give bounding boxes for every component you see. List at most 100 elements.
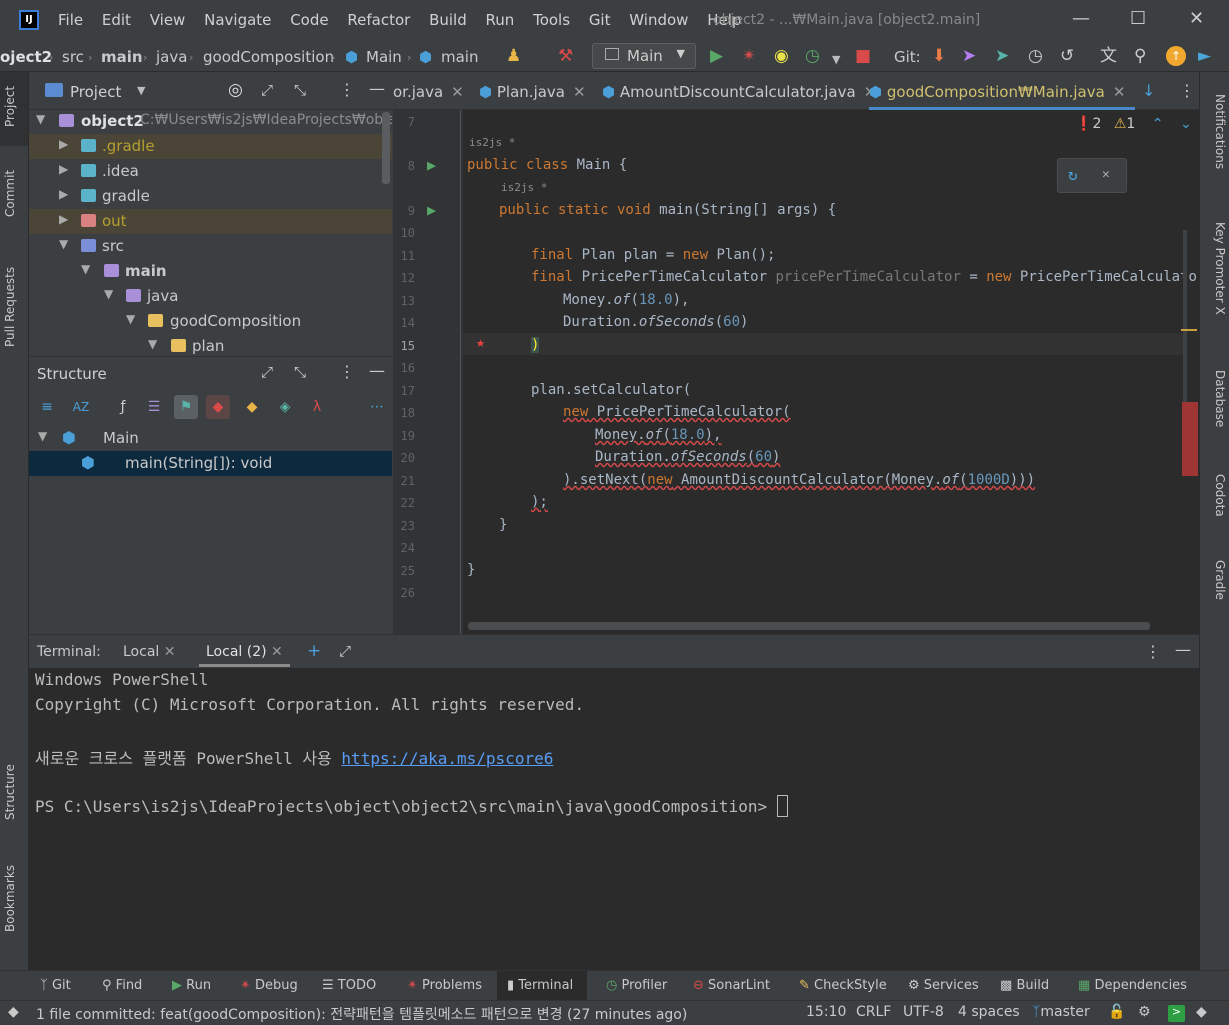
- tool-tab-pull-requests[interactable]: Pull Requests: [3, 267, 17, 347]
- gradle-reload-icon[interactable]: ↻: [1068, 165, 1078, 184]
- show-non-public-icon[interactable]: ◆: [206, 395, 230, 419]
- close-window-button[interactable]: ✕: [1189, 8, 1204, 29]
- show-properties-icon[interactable]: ◆: [240, 395, 264, 419]
- menu-run[interactable]: Run: [486, 11, 515, 29]
- breadcrumb-project[interactable]: oject2: [0, 48, 52, 66]
- menu-build[interactable]: Build: [429, 11, 467, 29]
- close-tab-icon[interactable]: ✕: [451, 83, 464, 101]
- run-icon[interactable]: ▶: [710, 46, 723, 66]
- tool-button-checkstyle[interactable]: ✎ CheckStyle: [799, 978, 887, 993]
- tool-tab-key-promoter[interactable]: Key Promoter X: [1213, 222, 1227, 315]
- plugin-icon[interactable]: ►: [1198, 46, 1211, 66]
- maximize-icon[interactable]: ⤢: [339, 642, 351, 660]
- lightbulb-icon[interactable]: ★: [476, 333, 485, 351]
- minimize-button[interactable]: —: [1072, 8, 1090, 29]
- tool-tab-database[interactable]: Database: [1213, 370, 1227, 427]
- tab-editor-file-1[interactable]: or.java ✕: [393, 72, 464, 110]
- tree-item-goodcomposition[interactable]: ▼ goodComposition: [29, 309, 392, 334]
- terminal-link[interactable]: https://aka.ms/pscore6: [341, 749, 553, 768]
- tree-item-gradle[interactable]: ▶ gradle: [29, 184, 392, 209]
- tool-button-find[interactable]: ⚲ Find: [102, 978, 142, 993]
- breadcrumb-main[interactable]: main: [101, 48, 143, 66]
- more-options-icon[interactable]: ⋮: [1145, 642, 1161, 661]
- rollback-icon[interactable]: ↺: [1060, 46, 1074, 66]
- stop-icon[interactable]: ■: [855, 46, 871, 66]
- run-configuration-select[interactable]: Main ▼: [592, 43, 696, 69]
- arrow-down-icon[interactable]: ↓: [1142, 81, 1155, 100]
- maximize-button[interactable]: ☐: [1130, 8, 1146, 29]
- show-lambdas-icon[interactable]: λ: [305, 395, 329, 419]
- more-options-icon[interactable]: ⋮: [339, 362, 355, 381]
- translate-icon[interactable]: 文: [1100, 46, 1117, 66]
- sort-alpha-icon[interactable]: AZ: [69, 395, 93, 419]
- tool-tab-codota[interactable]: Codota: [1213, 474, 1227, 517]
- tool-button-sonarlint[interactable]: ⊖ SonarLint: [693, 978, 770, 993]
- breadcrumb-package[interactable]: goodComposition: [203, 48, 334, 66]
- close-tab-icon[interactable]: ✕: [164, 644, 176, 660]
- breadcrumb-src[interactable]: src: [62, 48, 84, 66]
- breadcrumb-method[interactable]: main: [441, 48, 478, 66]
- more-options-icon[interactable]: ⋮: [1179, 81, 1195, 100]
- locate-file-icon[interactable]: ◎: [228, 80, 243, 100]
- tool-button-services[interactable]: ⚙ Services: [908, 978, 979, 993]
- close-tab-icon[interactable]: ✕: [271, 644, 283, 660]
- error-stripe-marker[interactable]: [1182, 402, 1198, 476]
- update-icon[interactable]: ↑: [1166, 46, 1186, 66]
- show-tags-icon[interactable]: ⚑: [174, 395, 198, 419]
- tab-plan-java[interactable]: ⬢ Plan.java ✕: [479, 72, 586, 110]
- tool-button-todo[interactable]: ☰ TODO: [322, 978, 376, 993]
- tool-button-debug[interactable]: ✴ Debug: [240, 978, 298, 993]
- caret-position[interactable]: 15:10: [806, 1004, 846, 1020]
- git-push-icon[interactable]: ➤: [995, 46, 1009, 66]
- structure-item-class[interactable]: ▼ ⬢ Main: [29, 426, 392, 451]
- codota-icon[interactable]: >: [1168, 1005, 1185, 1022]
- line-separator[interactable]: CRLF: [856, 1004, 891, 1020]
- settings-icon[interactable]: ⚙: [1138, 1004, 1151, 1020]
- chevron-down-icon[interactable]: ▼: [832, 50, 840, 70]
- status-panel-icon[interactable]: ◆: [8, 1004, 19, 1020]
- tree-item-main[interactable]: ▼ main: [29, 259, 392, 284]
- status-message[interactable]: 1 file committed: feat(goodComposition):…: [36, 1004, 687, 1024]
- hammer-icon[interactable]: ⚒: [558, 46, 573, 66]
- chevron-down-icon[interactable]: ▼: [137, 84, 145, 97]
- profiler-icon[interactable]: ◷: [805, 46, 820, 66]
- tool-tab-commit[interactable]: Commit: [3, 170, 17, 217]
- structure-item-main-method[interactable]: ⬢ main(String[]): void: [29, 451, 392, 476]
- show-anonymous-icon[interactable]: ◈: [273, 395, 297, 419]
- more-options-icon[interactable]: ⋮: [339, 80, 355, 99]
- breadcrumb-class[interactable]: Main: [366, 48, 402, 66]
- inspection-widget[interactable]: ❗2 ⚠1 ⌃ ⌄: [1075, 116, 1192, 132]
- tree-item-gradle-cache[interactable]: ▶ .gradle: [29, 134, 392, 159]
- search-icon[interactable]: ⚲: [1134, 46, 1146, 66]
- hide-panel-icon[interactable]: —: [369, 361, 385, 380]
- tool-tab-gradle[interactable]: Gradle: [1213, 560, 1227, 600]
- warning-stripe-marker[interactable]: [1181, 329, 1197, 331]
- git-update-icon[interactable]: ⬇: [932, 46, 946, 66]
- indent-setting[interactable]: 4 spaces: [958, 1004, 1020, 1020]
- sort-visibility-icon[interactable]: ≡: [35, 395, 59, 419]
- file-encoding[interactable]: UTF-8: [903, 1004, 944, 1020]
- previous-highlight-icon[interactable]: ⌃: [1152, 116, 1164, 132]
- show-inherited-icon[interactable]: ☰: [142, 395, 166, 419]
- tool-button-build[interactable]: ▩ Build: [1000, 978, 1049, 993]
- tree-item-java[interactable]: ▼ java: [29, 284, 392, 309]
- menu-git[interactable]: Git: [589, 11, 611, 29]
- tool-button-profiler[interactable]: ◷ Profiler: [606, 978, 667, 993]
- run-method-icon[interactable]: ▶: [427, 201, 436, 219]
- collapse-all-icon[interactable]: ⤡: [294, 81, 306, 99]
- hide-panel-icon[interactable]: —: [1175, 640, 1191, 659]
- tool-tab-structure[interactable]: Structure: [3, 764, 17, 820]
- tree-item-object2[interactable]: ▼ object2 C:₩Users₩is2js₩IdeaProjects₩ob…: [29, 109, 392, 134]
- tab-terminal-local[interactable]: Local ✕: [123, 644, 175, 660]
- tree-item-idea[interactable]: ▶ .idea: [29, 159, 392, 184]
- new-tab-icon[interactable]: +: [307, 641, 321, 661]
- menu-refactor[interactable]: Refactor: [347, 11, 410, 29]
- code-editor[interactable]: 7 8 9 10 11 12 13 14 15 16 17 18 19 20 2…: [393, 110, 1199, 634]
- next-highlight-icon[interactable]: ⌄: [1180, 116, 1192, 132]
- menu-code[interactable]: Code: [290, 11, 328, 29]
- terminal-output[interactable]: Windows PowerShell Copyright (C) Microso…: [29, 668, 1199, 970]
- menu-view[interactable]: View: [150, 11, 186, 29]
- tree-item-plan[interactable]: ▼ plan: [29, 334, 392, 356]
- menu-navigate[interactable]: Navigate: [204, 11, 271, 29]
- history-icon[interactable]: ◷: [1028, 46, 1043, 66]
